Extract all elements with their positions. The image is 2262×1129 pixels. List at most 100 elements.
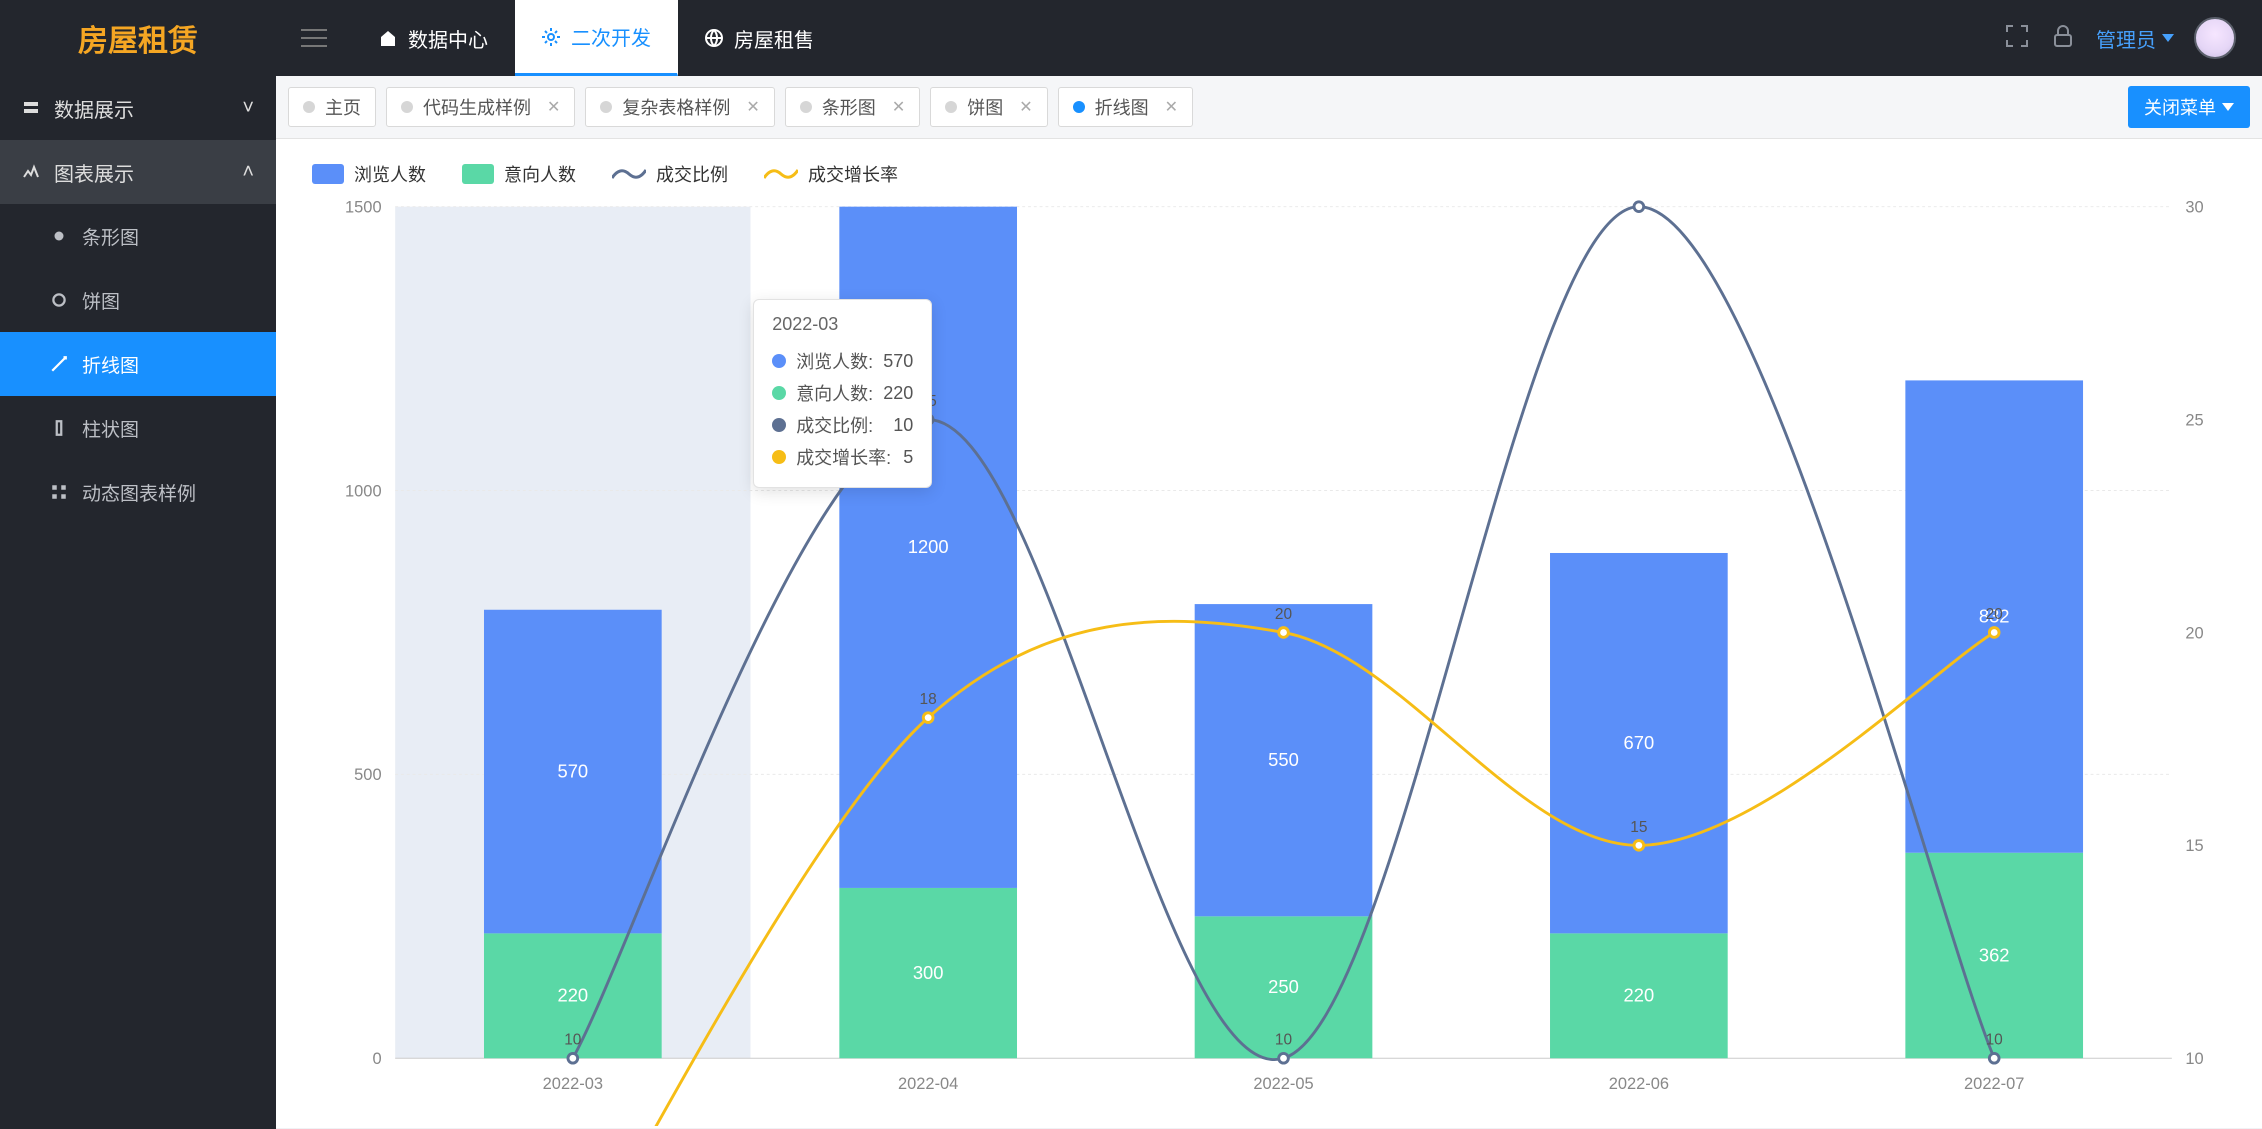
item-label: 条形图 bbox=[82, 223, 139, 250]
sidebar-item[interactable]: 折线图 bbox=[0, 332, 276, 396]
chevron-down-icon: ˅ bbox=[242, 97, 254, 120]
svg-text:0: 0 bbox=[372, 1050, 381, 1068]
nav-icon bbox=[378, 28, 398, 48]
chevron-down-icon bbox=[2222, 103, 2234, 111]
legend-item[interactable]: 意向人数 bbox=[462, 161, 576, 187]
main-content: 主页代码生成样例✕复杂表格样例✕条形图✕饼图✕折线图✕ 关闭菜单 浏览人数意向人… bbox=[276, 76, 2262, 1129]
close-menu-button[interactable]: 关闭菜单 bbox=[2128, 86, 2250, 128]
top-header: 房屋租赁 数据中心二次开发 房屋租售 管理员 bbox=[0, 0, 2262, 76]
svg-text:20: 20 bbox=[1986, 606, 2003, 623]
legend-item[interactable]: 浏览人数 bbox=[312, 161, 426, 187]
item-label: 饼图 bbox=[82, 287, 120, 314]
svg-text:2022-05: 2022-05 bbox=[1253, 1075, 1313, 1093]
legend-swatch bbox=[612, 166, 646, 182]
sidebar-item[interactable]: 柱状图 bbox=[0, 396, 276, 460]
tooltip-label: 成交比例: bbox=[796, 412, 873, 438]
legend-label: 成交比例 bbox=[656, 161, 728, 187]
brand-logo: 房屋租赁 bbox=[0, 0, 276, 76]
top-nav: 数据中心二次开发 房屋租售 bbox=[352, 0, 841, 76]
legend-item[interactable]: 成交比例 bbox=[612, 161, 728, 187]
tooltip-value: 5 bbox=[903, 447, 913, 468]
tab-label: 代码生成样例 bbox=[423, 94, 531, 120]
tooltip-dot bbox=[772, 386, 786, 400]
sidebar-group[interactable]: 数据展示 ˅ bbox=[0, 76, 276, 140]
svg-text:300: 300 bbox=[913, 962, 944, 983]
fullscreen-icon[interactable] bbox=[2004, 23, 2030, 54]
legend-swatch bbox=[312, 164, 344, 184]
sidebar-item[interactable]: 条形图 bbox=[0, 204, 276, 268]
svg-text:30: 30 bbox=[2185, 198, 2203, 216]
tab-label: 主页 bbox=[325, 94, 361, 120]
legend-label: 浏览人数 bbox=[354, 161, 426, 187]
tab-dot bbox=[401, 101, 413, 113]
avatar[interactable] bbox=[2194, 17, 2236, 59]
svg-text:18: 18 bbox=[920, 691, 937, 708]
svg-text:2022-03: 2022-03 bbox=[543, 1075, 603, 1093]
tooltip-row: 成交比例:10 bbox=[772, 409, 913, 441]
chart-legend: 浏览人数 意向人数 成交比例 成交增长率 bbox=[276, 139, 2262, 197]
tooltip-label: 意向人数: bbox=[796, 380, 873, 406]
close-icon[interactable]: ✕ bbox=[1165, 97, 1178, 117]
group-label: 数据展示 bbox=[54, 94, 134, 123]
tooltip-dot bbox=[772, 450, 786, 464]
svg-text:220: 220 bbox=[557, 985, 588, 1006]
sidebar-item[interactable]: 动态图表样例 bbox=[0, 460, 276, 524]
tab[interactable]: 折线图 ✕ bbox=[1058, 87, 1193, 127]
chevron-down-icon bbox=[2162, 34, 2174, 42]
svg-text:10: 10 bbox=[1986, 1032, 2003, 1049]
tooltip-row: 成交增长率: 5 bbox=[772, 441, 913, 473]
sidebar-toggle[interactable] bbox=[276, 0, 352, 76]
sidebar: 数据展示 ˅ 图表展示˄ 条形图饼图折线图柱状图动态图表样例 bbox=[0, 76, 276, 1129]
tab[interactable]: 复杂表格样例✕ bbox=[585, 87, 774, 127]
svg-text:362: 362 bbox=[1979, 944, 2010, 965]
top-nav-item[interactable]: 房屋租售 bbox=[678, 0, 841, 76]
legend-label: 成交增长率 bbox=[808, 161, 898, 187]
close-menu-label: 关闭菜单 bbox=[2144, 94, 2216, 120]
nav-label: 数据中心 bbox=[408, 24, 488, 53]
header-right: 管理员 bbox=[2004, 0, 2262, 76]
svg-text:1500: 1500 bbox=[345, 198, 382, 216]
close-icon[interactable]: ✕ bbox=[1019, 97, 1032, 117]
svg-text:10: 10 bbox=[2185, 1050, 2203, 1068]
item-icon bbox=[50, 355, 68, 373]
legend-item[interactable]: 成交增长率 bbox=[764, 161, 898, 187]
svg-text:15: 15 bbox=[1630, 819, 1647, 836]
tab-dot bbox=[1073, 101, 1085, 113]
tab[interactable]: 条形图 ✕ bbox=[785, 87, 920, 127]
legend-label: 意向人数 bbox=[504, 161, 576, 187]
top-nav-item[interactable]: 二次开发 bbox=[515, 0, 678, 76]
svg-text:220: 220 bbox=[1624, 985, 1655, 1006]
item-icon bbox=[50, 483, 68, 501]
tabs-bar: 主页代码生成样例✕复杂表格样例✕条形图✕饼图✕折线图✕ 关闭菜单 bbox=[276, 76, 2262, 139]
group-icon bbox=[22, 163, 40, 181]
svg-text:670: 670 bbox=[1624, 732, 1655, 753]
sidebar-group[interactable]: 图表展示˄ bbox=[0, 140, 276, 204]
tooltip-label: 成交增长率: bbox=[796, 444, 891, 470]
nav-label: 房屋租售 bbox=[734, 24, 814, 53]
svg-text:15: 15 bbox=[2185, 837, 2203, 855]
sidebar-item[interactable]: 饼图 bbox=[0, 268, 276, 332]
tab-label: 条形图 bbox=[822, 94, 876, 120]
svg-text:10: 10 bbox=[564, 1032, 581, 1049]
tab[interactable]: 饼图✕ bbox=[930, 87, 1047, 127]
top-nav-item[interactable]: 数据中心 bbox=[352, 0, 515, 76]
svg-text:10: 10 bbox=[1275, 1032, 1292, 1049]
tooltip-dot bbox=[772, 418, 786, 432]
close-icon[interactable]: ✕ bbox=[547, 97, 560, 117]
tooltip-value: 570 bbox=[883, 351, 913, 372]
tooltip-dot bbox=[772, 354, 786, 368]
tab[interactable]: 主页 bbox=[288, 87, 376, 127]
legend-swatch bbox=[764, 166, 798, 182]
lock-icon[interactable] bbox=[2050, 23, 2076, 54]
close-icon[interactable]: ✕ bbox=[892, 97, 905, 117]
svg-text:2022-04: 2022-04 bbox=[898, 1075, 958, 1093]
svg-text:500: 500 bbox=[354, 766, 381, 784]
tab-label: 折线图 bbox=[1095, 94, 1149, 120]
tab[interactable]: 代码生成样例 ✕ bbox=[386, 87, 575, 127]
tooltip-title: 2022-03 bbox=[772, 314, 913, 335]
tab-dot bbox=[303, 101, 315, 113]
item-icon bbox=[50, 419, 68, 437]
tooltip-row: 意向人数:220 bbox=[772, 377, 913, 409]
close-icon[interactable]: ✕ bbox=[746, 97, 759, 117]
user-menu[interactable]: 管理员 bbox=[2096, 24, 2174, 53]
